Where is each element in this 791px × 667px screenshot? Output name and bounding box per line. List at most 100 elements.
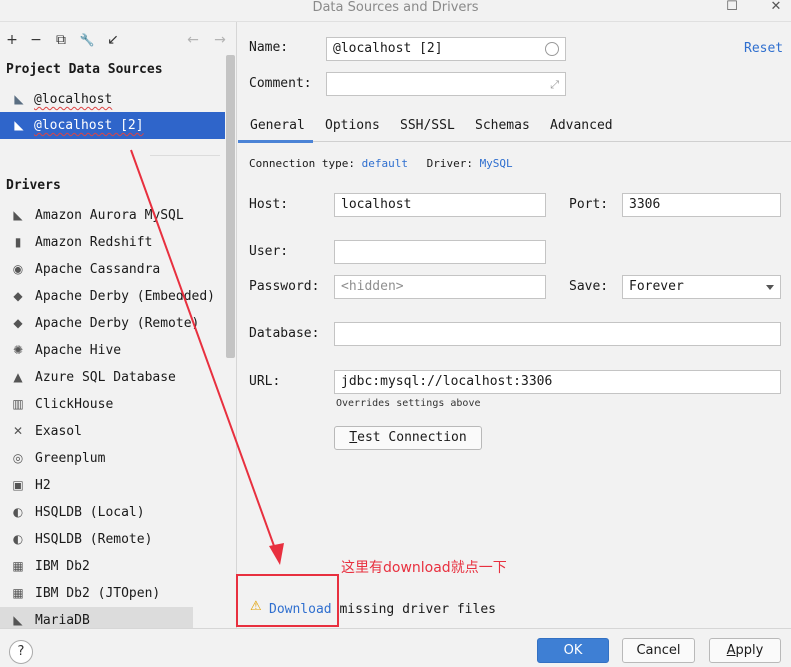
apply-label: pply bbox=[735, 643, 764, 658]
apply-mnemonic: A bbox=[726, 643, 736, 658]
host-input[interactable]: localhost bbox=[334, 193, 546, 217]
tab-schemas[interactable]: Schemas bbox=[475, 110, 530, 142]
divider bbox=[150, 155, 220, 156]
duplicate-icon[interactable]: ⧉ bbox=[52, 30, 70, 50]
help-button[interactable]: ? bbox=[9, 640, 33, 664]
cancel-button[interactable]: Cancel bbox=[622, 638, 695, 663]
password-input[interactable]: <hidden> bbox=[334, 275, 546, 299]
azure-icon: ▲ bbox=[13, 370, 23, 384]
details-panel: Name: @localhost [2] Reset Comment: ⤢ Ge… bbox=[238, 22, 791, 628]
driver-item[interactable]: ◣ MariaDB bbox=[0, 607, 193, 628]
comment-input[interactable]: ⤢ bbox=[326, 72, 566, 96]
data-source-label: @localhost [2] bbox=[34, 118, 144, 133]
driver-item[interactable]: ◣ Amazon Aurora MySQL bbox=[0, 202, 225, 229]
drivers-heading: Drivers bbox=[6, 178, 61, 193]
driver-label: IBM Db2 (JTOpen) bbox=[35, 586, 161, 601]
driver-item[interactable]: ▦ IBM Db2 bbox=[0, 553, 225, 580]
driver-item[interactable]: ◐ HSQLDB (Remote) bbox=[0, 526, 225, 553]
driver-label: Apache Derby (Embedded) bbox=[35, 289, 216, 304]
driver-label: MariaDB bbox=[35, 613, 90, 628]
hsqldb-icon: ◐ bbox=[12, 532, 24, 546]
save-select-value: Forever bbox=[629, 279, 684, 294]
driver-item[interactable]: ◆ Apache Derby (Embedded) bbox=[0, 283, 225, 310]
port-label: Port: bbox=[569, 197, 609, 212]
redshift-icon: ▮ bbox=[14, 235, 22, 249]
port-input[interactable]: 3306 bbox=[622, 193, 781, 217]
ok-button[interactable]: OK bbox=[537, 638, 609, 663]
tab-options[interactable]: Options bbox=[325, 110, 380, 142]
url-label: URL: bbox=[249, 374, 281, 389]
save-select[interactable]: Forever bbox=[622, 275, 781, 299]
user-input[interactable] bbox=[334, 240, 546, 264]
hive-icon: ✺ bbox=[12, 343, 24, 357]
ibm-db2-icon: ▦ bbox=[12, 559, 24, 573]
driver-label: Azure SQL Database bbox=[35, 370, 176, 385]
left-panel: + − ⧉ 🔧 ↙ ← → Project Data Sources ◣ @lo… bbox=[0, 22, 237, 628]
driver-link[interactable]: MySQL bbox=[480, 157, 513, 170]
driver-item[interactable]: ◉ Apache Cassandra bbox=[0, 256, 225, 283]
driver-item[interactable]: ✺ Apache Hive bbox=[0, 337, 225, 364]
name-input[interactable]: @localhost [2] bbox=[326, 37, 566, 61]
data-source-localhost-2[interactable]: ◣ @localhost [2] bbox=[0, 112, 225, 139]
h2-icon: ▣ bbox=[12, 478, 24, 492]
data-source-localhost[interactable]: ◣ @localhost bbox=[0, 86, 225, 113]
remove-icon[interactable]: − bbox=[27, 30, 45, 50]
add-icon[interactable]: + bbox=[3, 30, 21, 50]
driver-label: Driver: bbox=[426, 157, 473, 170]
driver-label: Amazon Redshift bbox=[35, 235, 153, 250]
close-button[interactable]: ✕ bbox=[766, 0, 786, 16]
driver-label: IBM Db2 bbox=[35, 559, 90, 574]
connection-type-link[interactable]: default bbox=[362, 157, 408, 170]
driver-label: ClickHouse bbox=[35, 397, 114, 412]
test-label: est Connection bbox=[357, 430, 467, 445]
driver-item[interactable]: ▲ Azure SQL Database bbox=[0, 364, 225, 391]
driver-item[interactable]: ▣ H2 bbox=[0, 472, 225, 499]
driver-item[interactable]: ✕ Exasol bbox=[0, 418, 225, 445]
tab-general[interactable]: General bbox=[238, 110, 313, 143]
mysql-dolphin-icon: ◣ bbox=[14, 92, 24, 106]
driver-label: Apache Derby (Remote) bbox=[35, 316, 200, 331]
url-input[interactable]: jdbc:mysql://localhost:3306 bbox=[334, 370, 781, 394]
driver-label: Apache Hive bbox=[35, 343, 122, 358]
expand-icon[interactable]: ⤢ bbox=[550, 74, 559, 95]
driver-item[interactable]: ▮ Amazon Redshift bbox=[0, 229, 225, 256]
driver-item[interactable]: ◐ HSQLDB (Local) bbox=[0, 499, 225, 526]
comment-label: Comment: bbox=[249, 76, 312, 91]
connection-type-row: Connection type: default Driver: MySQL bbox=[249, 157, 513, 170]
ibm-db2-icon: ▦ bbox=[12, 586, 24, 600]
color-circle-icon[interactable] bbox=[545, 42, 559, 56]
test-connection-button[interactable]: Test Connection bbox=[334, 426, 482, 450]
driver-item[interactable]: ▦ IBM Db2 (JTOpen) bbox=[0, 580, 225, 607]
wrench-icon[interactable]: 🔧 bbox=[78, 30, 96, 50]
password-label: Password: bbox=[249, 279, 320, 294]
database-input[interactable] bbox=[334, 322, 781, 346]
settings-tabs: General Options SSH/SSL Schemas Advanced bbox=[238, 110, 791, 143]
annotation-note: 这里有download就点一下 bbox=[341, 560, 507, 576]
driver-item[interactable]: ▥ ClickHouse bbox=[0, 391, 225, 418]
hsqldb-icon: ◐ bbox=[12, 505, 24, 519]
sources-toolbar: + − ⧉ 🔧 ↙ ← → bbox=[0, 30, 236, 52]
database-label: Database: bbox=[249, 326, 320, 341]
dolphin-icon: ◣ bbox=[13, 208, 23, 222]
reset-link[interactable]: Reset bbox=[744, 41, 783, 56]
forward-arrow-icon[interactable]: → bbox=[211, 30, 229, 50]
maximize-button[interactable]: ☐ bbox=[722, 0, 742, 16]
import-icon[interactable]: ↙ bbox=[104, 30, 122, 50]
driver-label: Apache Cassandra bbox=[35, 262, 161, 277]
sources-scrollbar[interactable] bbox=[226, 55, 235, 358]
user-label: User: bbox=[249, 244, 289, 259]
dialog-footer: ? OK Cancel Apply bbox=[0, 628, 791, 667]
eye-icon: ◉ bbox=[12, 262, 24, 276]
back-arrow-icon[interactable]: ← bbox=[184, 30, 202, 50]
driver-item[interactable]: ◎ Greenplum bbox=[0, 445, 225, 472]
tab-advanced[interactable]: Advanced bbox=[550, 110, 613, 142]
driver-item[interactable]: ◆ Apache Derby (Remote) bbox=[0, 310, 225, 337]
mariadb-icon: ◣ bbox=[13, 613, 23, 627]
tab-ssh-ssl[interactable]: SSH/SSL bbox=[400, 110, 455, 142]
test-mnemonic: T bbox=[349, 430, 358, 445]
apply-button[interactable]: Apply bbox=[709, 638, 781, 663]
derby-hat-icon: ◆ bbox=[13, 316, 23, 330]
clickhouse-icon: ▥ bbox=[12, 397, 24, 411]
driver-label: HSQLDB (Local) bbox=[35, 505, 145, 520]
driver-label: HSQLDB (Remote) bbox=[35, 532, 153, 547]
